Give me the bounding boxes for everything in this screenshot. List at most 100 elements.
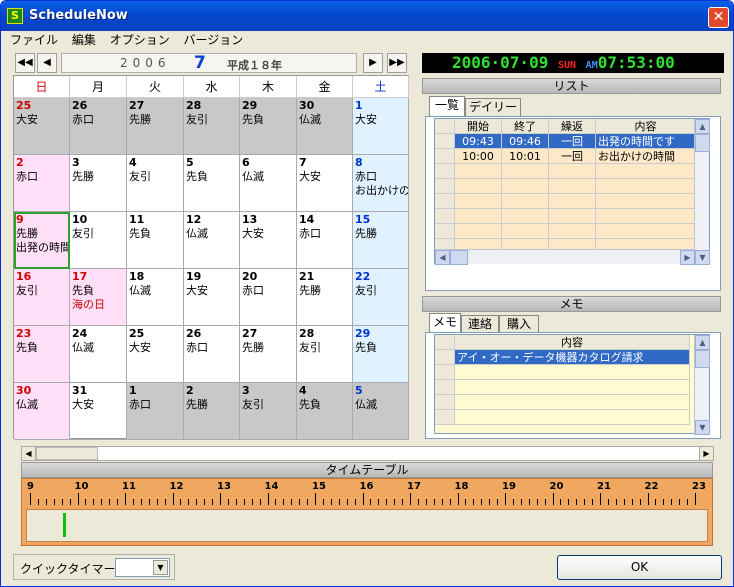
day-cell[interactable]: 28 友引: [184, 98, 240, 155]
table-cell[interactable]: 一回: [549, 149, 596, 164]
scroll-right-button[interactable]: ▶: [699, 447, 713, 460]
table-cell[interactable]: [596, 224, 696, 239]
row-header[interactable]: [435, 164, 455, 179]
day-cell[interactable]: 27 先勝: [240, 326, 297, 383]
row-header[interactable]: [435, 179, 455, 194]
timetable-ruler[interactable]: 9 10 11 12 13 14 15 16 17 18 19 20 21 22 23: [21, 478, 713, 546]
column-header[interactable]: 内容: [455, 335, 690, 350]
day-cell[interactable]: 23 先負: [14, 326, 70, 383]
day-cell[interactable]: 21 先勝: [297, 269, 353, 326]
scroll-left-button[interactable]: ◀: [22, 447, 36, 460]
day-cell[interactable]: 22 友引: [353, 269, 409, 326]
table-cell[interactable]: [549, 194, 596, 209]
column-header[interactable]: 終了: [502, 119, 549, 134]
table-cell[interactable]: [502, 164, 549, 179]
day-cell[interactable]: 3 先勝: [70, 155, 127, 212]
row-header[interactable]: [435, 380, 455, 395]
day-cell[interactable]: 28 友引: [297, 326, 353, 383]
table-cell[interactable]: [455, 395, 690, 410]
day-cell[interactable]: 25 大安: [127, 326, 184, 383]
scroll-thumb[interactable]: [695, 350, 710, 368]
day-cell[interactable]: 15 先勝: [353, 212, 409, 269]
timetable-hscroll[interactable]: ◀ ▶: [21, 446, 714, 461]
day-cell[interactable]: 17 先負 海の日: [70, 269, 127, 326]
day-cell[interactable]: 5 仏滅: [353, 383, 409, 440]
day-cell[interactable]: 5 先負: [184, 155, 240, 212]
table-cell[interactable]: [596, 194, 696, 209]
day-cell[interactable]: 18 仏滅: [127, 269, 184, 326]
table-cell[interactable]: [455, 365, 690, 380]
day-cell[interactable]: 20 赤口: [240, 269, 297, 326]
chevron-down-icon[interactable]: ▼: [153, 560, 168, 575]
table-cell[interactable]: 09:46: [502, 134, 549, 149]
table-cell[interactable]: [502, 224, 549, 239]
table-cell[interactable]: [502, 194, 549, 209]
scroll-thumb[interactable]: [695, 134, 710, 152]
scroll-up-button[interactable]: ▲: [695, 119, 710, 134]
vertical-scrollbar[interactable]: ▲ ▼: [694, 119, 710, 265]
next-year-button[interactable]: ▶▶: [387, 53, 407, 73]
prev-year-button[interactable]: ◀◀: [15, 53, 35, 73]
day-cell[interactable]: 1 大安: [353, 98, 409, 155]
day-cell[interactable]: 8赤口お出かけの時: [353, 155, 409, 212]
prev-month-button[interactable]: ◀: [37, 53, 57, 73]
table-cell[interactable]: [596, 179, 696, 194]
title-bar[interactable]: S ScheduleNow ✕: [1, 1, 733, 31]
row-header[interactable]: [435, 209, 455, 224]
row-header[interactable]: [435, 365, 455, 380]
row-header[interactable]: [435, 149, 455, 164]
day-cell[interactable]: 2 先勝: [184, 383, 240, 440]
day-cell[interactable]: 30 仏滅: [14, 383, 70, 440]
table-cell[interactable]: 10:01: [502, 149, 549, 164]
day-cell[interactable]: 12 仏滅: [184, 212, 240, 269]
table-cell[interactable]: [455, 164, 502, 179]
table-cell[interactable]: [596, 164, 696, 179]
scroll-left-button[interactable]: ◀: [435, 250, 450, 265]
menu-version[interactable]: バージョン: [179, 31, 249, 49]
scroll-up-button[interactable]: ▲: [695, 335, 710, 350]
row-header[interactable]: [435, 224, 455, 239]
day-cell[interactable]: 1 赤口: [127, 383, 184, 440]
tab-list-all[interactable]: 一覧: [429, 96, 465, 116]
day-cell[interactable]: 24 仏滅: [70, 326, 127, 383]
table-cell[interactable]: [455, 209, 502, 224]
table-cell[interactable]: [455, 410, 690, 425]
table-cell[interactable]: [549, 209, 596, 224]
table-cell[interactable]: [455, 224, 502, 239]
day-cell[interactable]: 26 赤口: [184, 326, 240, 383]
table-cell[interactable]: 10:00: [455, 149, 502, 164]
menu-edit[interactable]: 編集: [67, 31, 101, 49]
table-cell[interactable]: 09:43: [455, 134, 502, 149]
day-cell[interactable]: 16 友引: [14, 269, 70, 326]
row-header[interactable]: [435, 350, 455, 365]
day-cell[interactable]: 7 大安: [297, 155, 353, 212]
ok-button[interactable]: OK: [557, 555, 722, 580]
table-cell[interactable]: [455, 380, 690, 395]
column-header[interactable]: 繰返: [549, 119, 596, 134]
table-cell[interactable]: [549, 179, 596, 194]
day-cell[interactable]: 29 先負: [240, 98, 297, 155]
row-header[interactable]: [435, 134, 455, 149]
table-cell[interactable]: [549, 224, 596, 239]
vertical-scrollbar[interactable]: ▲ ▼: [694, 335, 710, 435]
day-cell[interactable]: 31 大安: [70, 383, 127, 440]
menu-options[interactable]: オプション: [105, 31, 175, 49]
table-cell[interactable]: [596, 209, 696, 224]
tab-purchase[interactable]: 購入: [499, 315, 539, 333]
next-month-button[interactable]: ▶: [363, 53, 383, 73]
table-cell[interactable]: [455, 179, 502, 194]
tab-list-daily[interactable]: デイリー: [465, 98, 521, 116]
day-cell[interactable]: 11 先負: [127, 212, 184, 269]
column-header[interactable]: 開始: [455, 119, 502, 134]
day-cell[interactable]: 29 先負: [353, 326, 409, 383]
scroll-thumb[interactable]: [450, 250, 468, 265]
day-cell[interactable]: 13 大安: [240, 212, 297, 269]
row-header[interactable]: [435, 395, 455, 410]
day-cell[interactable]: 9 先勝 出発の時間: [14, 212, 70, 269]
table-cell[interactable]: お出かけの時間: [596, 149, 696, 164]
day-cell[interactable]: 6 仏滅: [240, 155, 297, 212]
table-cell[interactable]: [549, 164, 596, 179]
table-cell[interactable]: [502, 179, 549, 194]
horizontal-scrollbar[interactable]: ◀ ▶: [435, 249, 695, 265]
row-header[interactable]: [435, 194, 455, 209]
